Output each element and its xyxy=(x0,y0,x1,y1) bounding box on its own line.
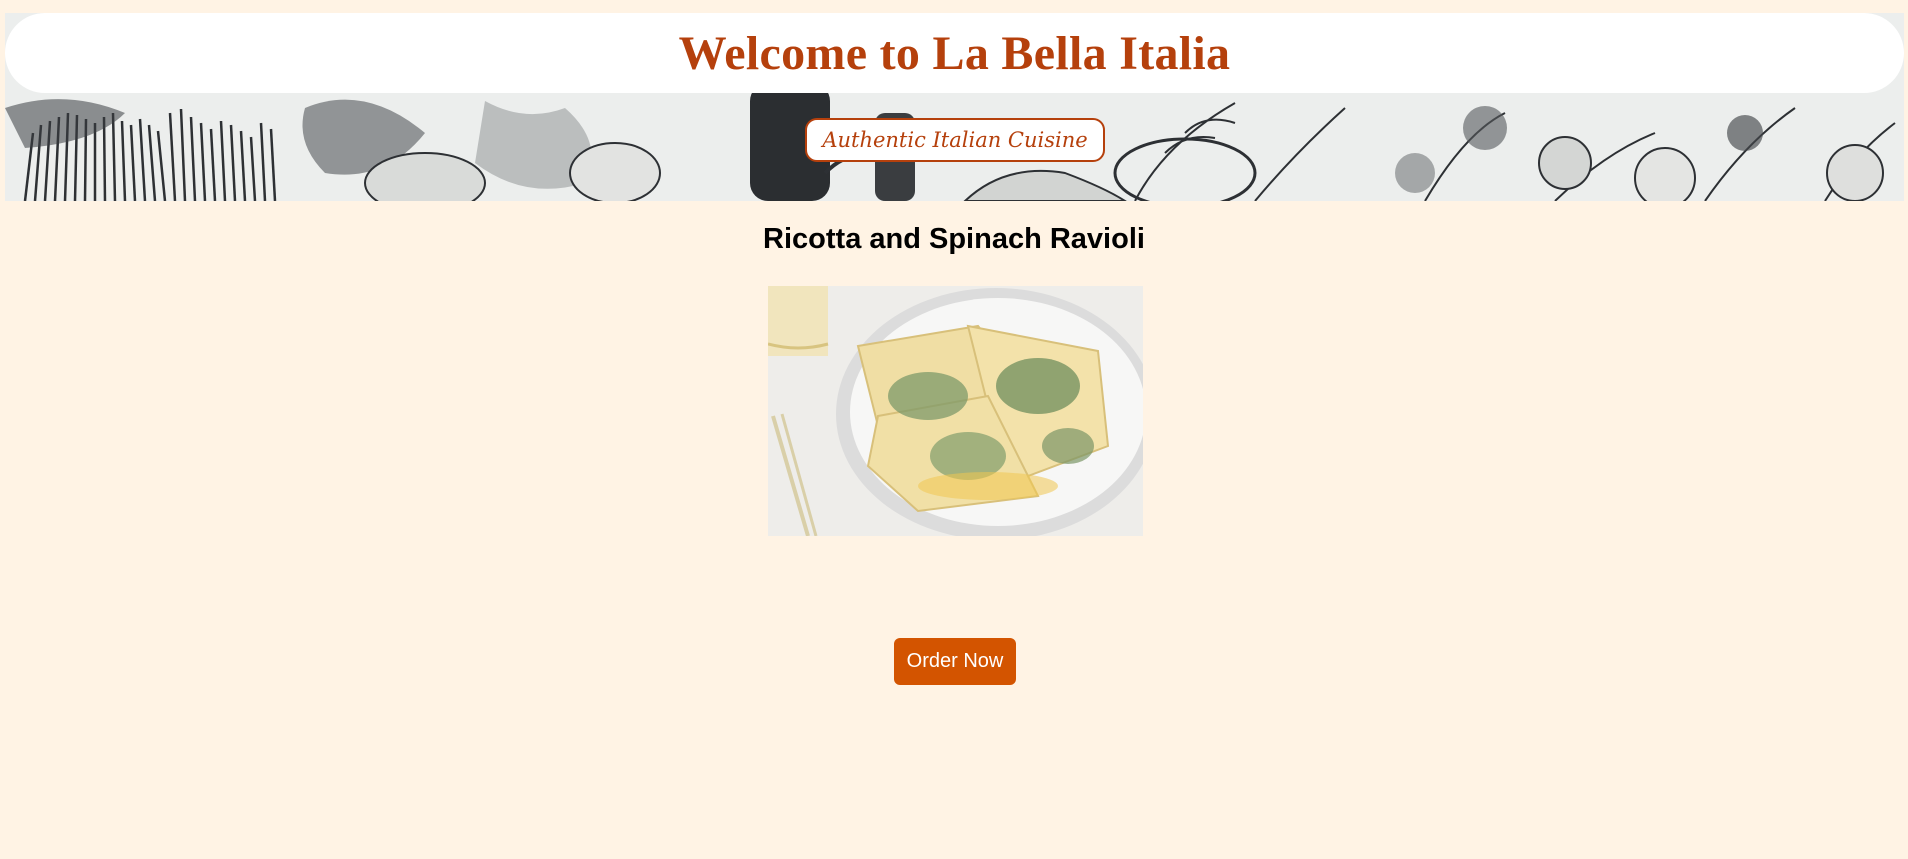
page-title: Welcome to La Bella Italia xyxy=(678,26,1231,80)
page: Welcome to La Bella Italia Authentic Ita… xyxy=(0,0,1908,859)
order-now-button[interactable]: Order Now xyxy=(894,638,1016,685)
tagline-badge: Authentic Italian Cuisine xyxy=(805,118,1105,162)
title-bar: Welcome to La Bella Italia xyxy=(5,13,1904,93)
dish-title: Ricotta and Spinach Ravioli xyxy=(763,223,1145,255)
dish-image xyxy=(768,286,1143,536)
